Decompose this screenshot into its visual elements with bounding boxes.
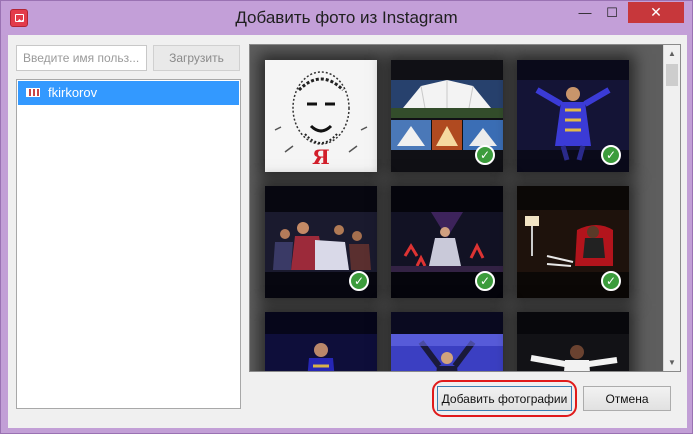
blue-stage-performer-image: [265, 312, 377, 371]
photo-thumbnail[interactable]: Я: [265, 60, 377, 172]
photo-thumbnail[interactable]: ✓: [517, 60, 629, 172]
dialog-content: Загрузить fkirkorov Я: [8, 35, 687, 428]
user-account-icon: [26, 88, 40, 97]
scrollbar-thumb[interactable]: [666, 64, 678, 86]
scroll-down-arrow-icon[interactable]: ▼: [664, 354, 680, 371]
selected-check-icon[interactable]: ✓: [349, 271, 369, 291]
photo-thumbnail[interactable]: [265, 312, 377, 371]
selected-check-icon[interactable]: ✓: [601, 271, 621, 291]
photo-gallery: Я ✓ ✓ ✓ ✓ ✓ ▲ ▼: [249, 44, 681, 372]
scroll-up-arrow-icon[interactable]: ▲: [664, 45, 680, 62]
cancel-button[interactable]: Отмена: [583, 386, 671, 411]
dialog-window: Добавить фото из Instagram — ☐ ✕ Загрузи…: [0, 0, 693, 434]
selected-check-icon[interactable]: ✓: [475, 271, 495, 291]
selected-check-icon[interactable]: ✓: [601, 145, 621, 165]
photo-caption: Я: [312, 145, 330, 169]
photo-thumbnail[interactable]: ✓: [517, 186, 629, 298]
add-photos-button[interactable]: Добавить фотографии: [437, 386, 572, 411]
white-suit-performer-image: [517, 312, 629, 371]
gallery-scrollbar[interactable]: ▲ ▼: [663, 45, 680, 371]
portrait-sketch-image: Я: [265, 60, 377, 172]
close-button[interactable]: ✕: [628, 2, 684, 23]
selected-check-icon[interactable]: ✓: [475, 145, 495, 165]
photo-thumbnail[interactable]: ✓: [391, 60, 503, 172]
title-bar[interactable]: Добавить фото из Instagram — ☐ ✕: [1, 1, 692, 35]
photo-thumbnail[interactable]: [391, 312, 503, 371]
blue-stage-arms-up-image: [391, 312, 503, 371]
user-name: fkirkorov: [48, 85, 98, 100]
user-list: fkirkorov: [16, 79, 241, 409]
list-item-user[interactable]: fkirkorov: [18, 81, 239, 105]
maximize-button[interactable]: ☐: [598, 2, 626, 23]
minimize-button[interactable]: —: [571, 2, 599, 23]
photo-thumbnail[interactable]: ✓: [391, 186, 503, 298]
photo-thumbnail[interactable]: [517, 312, 629, 371]
photo-thumbnail[interactable]: ✓: [265, 186, 377, 298]
load-button[interactable]: Загрузить: [153, 45, 240, 71]
username-search-input[interactable]: [16, 45, 147, 71]
